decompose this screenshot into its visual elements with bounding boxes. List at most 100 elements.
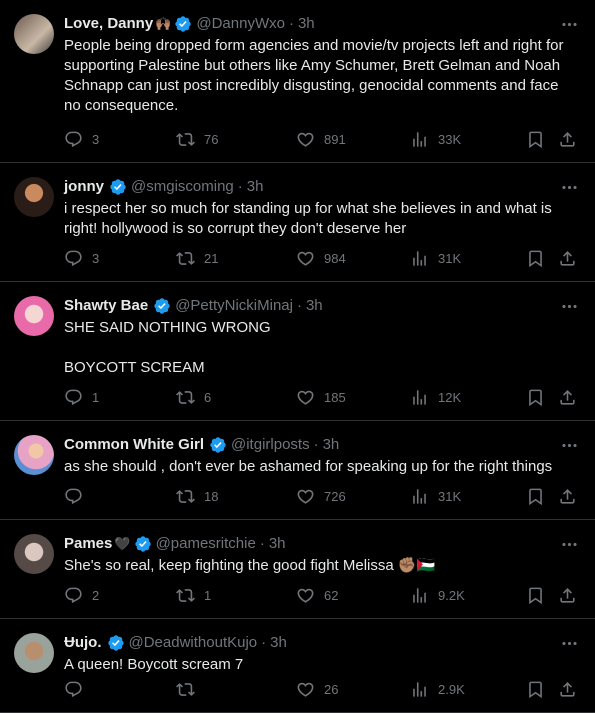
display-name[interactable]: jonny <box>64 177 104 197</box>
like-count: 185 <box>324 390 346 405</box>
views-button[interactable]: 31K <box>410 487 461 506</box>
retweet-button[interactable]: 1 <box>176 586 211 605</box>
tweet-4[interactable]: Common White Girl @itgirlposts · 3h as s… <box>0 421 595 520</box>
like-button[interactable]: 891 <box>296 130 346 149</box>
tweet-header: Shawty Bae @PettyNickiMinaj · 3h <box>64 296 579 316</box>
reply-icon <box>64 487 83 506</box>
display-name[interactable]: Shawty Bae <box>64 296 148 316</box>
like-icon <box>296 249 315 268</box>
user-handle[interactable]: @DeadwithoutKujo <box>129 633 258 653</box>
timestamp[interactable]: 3h <box>306 296 323 316</box>
retweet-button[interactable] <box>176 680 204 699</box>
display-name[interactable]: Pames <box>64 534 112 554</box>
more-icon[interactable] <box>559 435 579 455</box>
reply-button[interactable] <box>64 487 92 506</box>
share-button[interactable] <box>558 487 577 506</box>
tweet-actions: 26 2.9K <box>64 670 579 710</box>
avatar[interactable] <box>14 534 54 574</box>
share-button[interactable] <box>558 680 577 699</box>
more-icon[interactable] <box>559 14 579 34</box>
reply-icon <box>64 249 83 268</box>
more-icon[interactable] <box>559 296 579 316</box>
like-count: 726 <box>324 489 346 504</box>
bookmark-icon <box>526 586 545 605</box>
bookmark-button[interactable] <box>526 680 545 699</box>
retweet-button[interactable]: 21 <box>176 249 218 268</box>
retweet-icon <box>176 586 195 605</box>
retweet-button[interactable]: 6 <box>176 388 211 407</box>
like-count: 891 <box>324 132 346 147</box>
views-button[interactable]: 31K <box>410 249 461 268</box>
reply-count: 3 <box>92 132 100 147</box>
views-button[interactable]: 12K <box>410 388 461 407</box>
display-name[interactable]: Love, Danny <box>64 14 153 34</box>
like-icon <box>296 586 315 605</box>
share-button[interactable] <box>558 130 577 149</box>
tweet-header: Ʉujo. @DeadwithoutKujo · 3h <box>64 633 579 653</box>
tweet-6[interactable]: Ʉujo. @DeadwithoutKujo · 3h A queen! Boy… <box>0 619 595 713</box>
views-count: 31K <box>438 251 462 266</box>
avatar[interactable] <box>14 633 54 673</box>
reply-button[interactable]: 3 <box>64 249 99 268</box>
like-button[interactable]: 726 <box>296 487 346 506</box>
reply-count: 1 <box>92 390 100 405</box>
views-icon <box>410 586 429 605</box>
like-button[interactable]: 185 <box>296 388 346 407</box>
timestamp[interactable]: 3h <box>247 177 264 197</box>
views-button[interactable]: 9.2K <box>410 586 465 605</box>
tweet-1[interactable]: Love, Danny 🙌🏽 @DannyWxo · 3h People bei… <box>0 0 595 163</box>
bookmark-button[interactable] <box>526 487 545 506</box>
more-icon[interactable] <box>559 633 579 653</box>
share-button[interactable] <box>558 586 577 605</box>
more-icon[interactable] <box>559 177 579 197</box>
share-icon <box>558 249 577 268</box>
views-button[interactable]: 33K <box>410 130 461 149</box>
tweet-2[interactable]: jonny @smgiscoming · 3h i respect her so… <box>0 163 595 282</box>
bookmark-button[interactable] <box>526 388 545 407</box>
like-button[interactable]: 26 <box>296 680 338 699</box>
share-button[interactable] <box>558 388 577 407</box>
retweet-button[interactable]: 18 <box>176 487 218 506</box>
views-icon <box>410 249 429 268</box>
reply-button[interactable]: 1 <box>64 388 99 407</box>
timestamp[interactable]: 3h <box>270 633 287 653</box>
tweet-header: Love, Danny 🙌🏽 @DannyWxo · 3h <box>64 14 579 34</box>
reply-button[interactable]: 3 <box>64 130 99 149</box>
separator-dot: · <box>288 15 294 32</box>
reply-button[interactable]: 2 <box>64 586 99 605</box>
bookmark-button[interactable] <box>526 586 545 605</box>
display-name[interactable]: Ʉujo. <box>64 633 102 653</box>
retweet-icon <box>176 130 195 149</box>
reply-button[interactable] <box>64 680 92 699</box>
reply-count: 3 <box>92 251 100 266</box>
timestamp[interactable]: 3h <box>323 435 340 455</box>
share-button[interactable] <box>558 249 577 268</box>
timestamp[interactable]: 3h <box>298 14 315 34</box>
user-handle[interactable]: @itgirlposts <box>231 435 310 455</box>
tweet-text: i respect her so much for standing up fo… <box>64 200 556 237</box>
user-handle[interactable]: @pamesritchie <box>156 534 256 554</box>
display-name[interactable]: Common White Girl <box>64 435 204 455</box>
avatar[interactable] <box>14 435 54 475</box>
avatar[interactable] <box>14 177 54 217</box>
retweet-button[interactable]: 76 <box>176 130 218 149</box>
retweet-icon <box>176 388 195 407</box>
tweet-3[interactable]: Shawty Bae @PettyNickiMinaj · 3h SHE SAI… <box>0 282 595 421</box>
user-handle[interactable]: @smgiscoming <box>131 177 234 197</box>
tweet-5[interactable]: Pames 🖤 @pamesritchie · 3h She's so real… <box>0 520 595 619</box>
views-count: 2.9K <box>438 682 465 697</box>
tweet-actions: 1 6 185 12K <box>64 378 579 418</box>
like-button[interactable]: 62 <box>296 586 338 605</box>
bookmark-button[interactable] <box>526 130 545 149</box>
more-icon[interactable] <box>559 534 579 554</box>
views-button[interactable]: 2.9K <box>410 680 465 699</box>
name-emoji: 🖤 <box>114 536 131 551</box>
separator-dot: · <box>259 535 265 552</box>
bookmark-button[interactable] <box>526 249 545 268</box>
like-button[interactable]: 984 <box>296 249 346 268</box>
avatar[interactable] <box>14 296 54 336</box>
user-handle[interactable]: @PettyNickiMinaj <box>175 296 293 316</box>
user-handle[interactable]: @DannyWxo <box>196 14 285 34</box>
avatar[interactable] <box>14 14 54 54</box>
timestamp[interactable]: 3h <box>269 534 286 554</box>
